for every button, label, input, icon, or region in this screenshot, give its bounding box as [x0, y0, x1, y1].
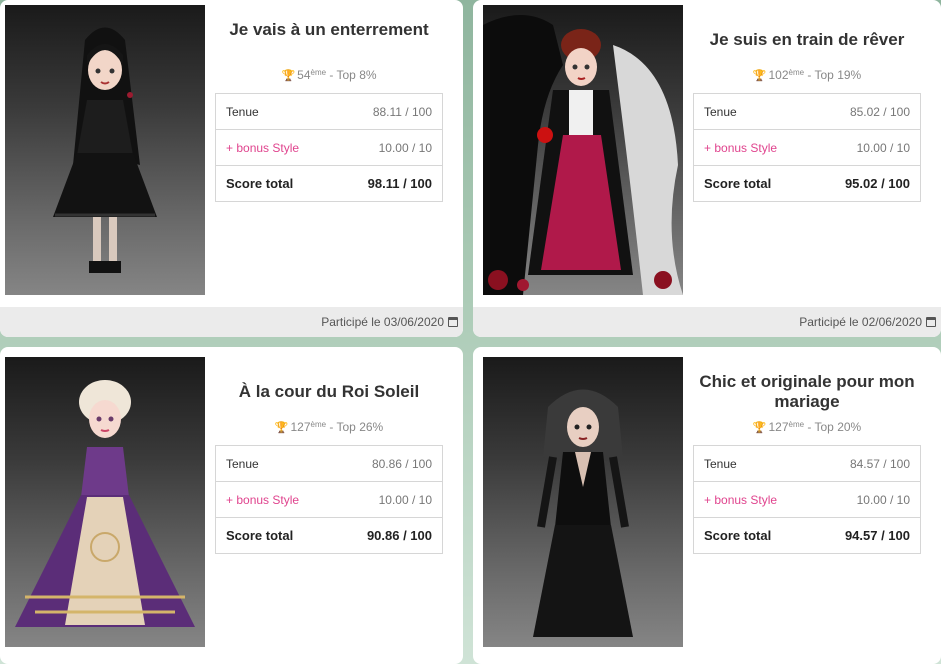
total-label: Score total	[226, 528, 294, 543]
tenue-row: Tenue 85.02 / 100	[694, 94, 920, 130]
contest-card[interactable]: À la cour du Roi Soleil 🏆 127ème - Top 26…	[0, 347, 463, 664]
contest-title: Je suis en train de rêver	[709, 30, 905, 49]
total-value: 98.11 / 100	[367, 176, 432, 191]
bonus-row: + bonus Style 10.00 / 10	[694, 482, 920, 518]
bonus-value: 10.00 / 10	[378, 492, 432, 507]
bonus-label: + bonus Style	[704, 140, 778, 155]
contest-card[interactable]: Chic et originale pour mon mariage 🏆 127è…	[473, 347, 941, 664]
trophy-icon: 🏆	[274, 422, 289, 434]
tenue-value: 84.57 / 100	[849, 456, 910, 471]
tenue-label: Tenue	[704, 456, 737, 471]
tenue-value: 85.02 / 100	[849, 104, 910, 119]
total-label: Score total	[704, 528, 772, 543]
contest-card[interactable]: Je vais à un enterrement 🏆 54ème - Top 8%…	[0, 0, 463, 337]
rank-top: - Top 8%	[326, 68, 377, 82]
rank-suffix: ème	[788, 420, 805, 429]
rank-top: - Top 20%	[804, 420, 862, 434]
score-table: Tenue 85.02 / 100 + bonus Style 10.00 / …	[693, 93, 921, 202]
total-value: 90.86 / 100	[366, 528, 432, 543]
total-row: Score total 98.11 / 100	[216, 166, 442, 201]
rank-top: - Top 19%	[804, 68, 862, 82]
contest-title: Je vais à un enterrement	[229, 20, 429, 39]
rank-info: 🏆 127ème - Top 20%	[693, 420, 921, 434]
total-row: Score total 95.02 / 100	[694, 166, 920, 201]
rank-suffix: ème	[788, 68, 805, 77]
rank-info: 🏆 102ème - Top 19%	[693, 68, 921, 82]
tenue-value: 80.86 / 100	[371, 456, 432, 471]
participation-date: Participé le 03/06/2020	[321, 315, 444, 329]
trophy-icon: 🏆	[281, 70, 296, 82]
total-label: Score total	[226, 176, 294, 191]
rank-suffix: ème	[310, 420, 327, 429]
outfit-image[interactable]	[483, 357, 683, 647]
bonus-value: 10.00 / 10	[378, 140, 432, 155]
avatar-illustration	[15, 380, 195, 627]
trophy-icon: 🏆	[752, 422, 767, 434]
total-row: Score total 90.86 / 100	[216, 518, 442, 553]
card-footer: Participé le 02/06/2020	[473, 307, 941, 337]
rank-number: 102	[768, 68, 789, 82]
card-footer: Participé le 03/06/2020	[0, 307, 463, 337]
avatar-illustration	[533, 389, 633, 637]
tenue-row: Tenue 80.86 / 100	[216, 446, 442, 482]
bonus-label: + bonus Style	[704, 492, 778, 507]
rank-number: 127	[768, 420, 789, 434]
total-row: Score total 94.57 / 100	[694, 518, 920, 553]
tenue-label: Tenue	[226, 456, 259, 471]
outfit-image[interactable]	[483, 5, 683, 295]
contest-title: Chic et originale pour mon mariage	[699, 372, 915, 411]
avatar-illustration	[53, 27, 157, 273]
tenue-value: 88.11 / 100	[372, 104, 432, 119]
rank-suffix: ème	[310, 68, 327, 77]
bonus-label: + bonus Style	[226, 140, 300, 155]
tenue-label: Tenue	[704, 104, 737, 119]
bonus-value: 10.00 / 10	[856, 140, 910, 155]
bonus-row: + bonus Style 10.00 / 10	[216, 130, 442, 166]
total-label: Score total	[704, 176, 772, 191]
tenue-row: Tenue 84.57 / 100	[694, 446, 920, 482]
participation-date: Participé le 02/06/2020	[799, 315, 922, 329]
outfit-image[interactable]	[5, 5, 205, 295]
calendar-icon	[448, 317, 458, 327]
contest-card[interactable]: Je suis en train de rêver 🏆 102ème - Top …	[473, 0, 941, 337]
bonus-value: 10.00 / 10	[856, 492, 910, 507]
score-table: Tenue 84.57 / 100 + bonus Style 10.00 / …	[693, 445, 921, 554]
calendar-icon	[926, 317, 936, 327]
rank-info: 🏆 127ème - Top 26%	[215, 420, 443, 434]
bonus-row: + bonus Style 10.00 / 10	[216, 482, 442, 518]
rank-top: - Top 26%	[326, 420, 384, 434]
rank-number: 127	[290, 420, 311, 434]
tenue-label: Tenue	[226, 104, 259, 119]
total-value: 94.57 / 100	[844, 528, 910, 543]
bonus-row: + bonus Style 10.00 / 10	[694, 130, 920, 166]
avatar-illustration	[483, 15, 683, 295]
rank-number: 54	[297, 68, 311, 82]
total-value: 95.02 / 100	[844, 176, 910, 191]
tenue-row: Tenue 88.11 / 100	[216, 94, 442, 130]
contest-title: À la cour du Roi Soleil	[238, 382, 420, 401]
outfit-image[interactable]	[5, 357, 205, 647]
trophy-icon: 🏆	[752, 70, 767, 82]
score-table: Tenue 88.11 / 100 + bonus Style 10.00 / …	[215, 93, 443, 202]
score-table: Tenue 80.86 / 100 + bonus Style 10.00 / …	[215, 445, 443, 554]
bonus-label: + bonus Style	[226, 492, 300, 507]
rank-info: 🏆 54ème - Top 8%	[215, 68, 443, 82]
